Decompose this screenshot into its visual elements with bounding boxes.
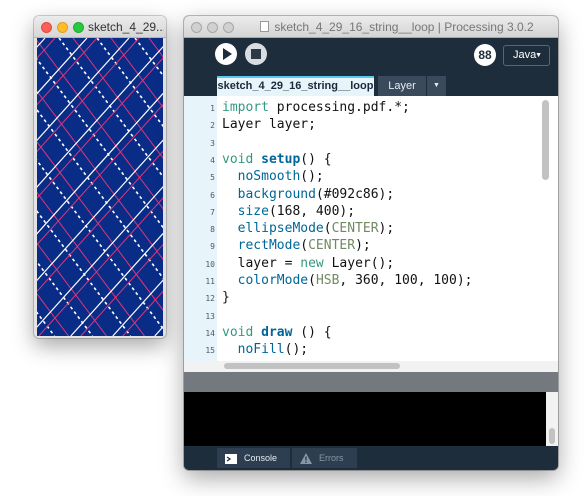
stop-button[interactable] bbox=[245, 43, 267, 65]
line-number: 12 bbox=[205, 294, 215, 304]
editor-console-divider[interactable] bbox=[184, 372, 558, 392]
code-line: import processing.pdf.*; bbox=[222, 100, 410, 115]
line-number: 1 bbox=[210, 104, 215, 113]
errors-tab[interactable]: Errors bbox=[292, 448, 357, 468]
line-number: 2 bbox=[210, 121, 215, 131]
pattern-dotted-line bbox=[37, 210, 132, 336]
pattern-pink-line bbox=[110, 38, 163, 109]
minimize-dot-icon[interactable] bbox=[207, 22, 218, 33]
code-line: void draw () { bbox=[222, 324, 332, 340]
tab-sketch[interactable]: sketch_4_29_16_string__loop bbox=[217, 76, 374, 96]
dropdown-arrow-icon: ▼ bbox=[535, 52, 542, 59]
console-icon bbox=[225, 453, 237, 464]
editor-horizontal-scrollbar[interactable] bbox=[224, 363, 400, 369]
zoom-dot-icon[interactable] bbox=[223, 22, 234, 33]
minimize-dot-icon[interactable] bbox=[57, 22, 68, 33]
line-number: 15 bbox=[205, 346, 215, 356]
mode-label: Java bbox=[513, 49, 537, 61]
code-line: rectMode(CENTER); bbox=[237, 238, 371, 254]
run-button[interactable] bbox=[215, 43, 237, 65]
code-line: noFill(); bbox=[237, 342, 309, 358]
tab-menu-arrow-icon[interactable]: ▼ bbox=[427, 76, 446, 96]
warning-icon bbox=[300, 453, 312, 465]
line-number: 5 bbox=[210, 173, 215, 183]
close-dot-icon[interactable] bbox=[191, 22, 202, 33]
pattern-pink-line bbox=[122, 290, 163, 336]
line-number: 9 bbox=[210, 242, 215, 252]
console-output[interactable] bbox=[184, 392, 558, 446]
stop-icon bbox=[251, 49, 261, 59]
code-line: ellipseMode(CENTER); bbox=[237, 221, 395, 237]
code-line: Layer layer; bbox=[222, 117, 316, 133]
pattern-white-line bbox=[37, 38, 130, 142]
code-line: noSmooth(); bbox=[237, 169, 324, 185]
line-number: 8 bbox=[210, 225, 215, 235]
sketch-canvas[interactable] bbox=[37, 38, 163, 336]
code-line: } bbox=[222, 290, 230, 306]
line-number: 14 bbox=[205, 328, 215, 338]
line-number: 6 bbox=[210, 190, 215, 200]
line-number: 10 bbox=[205, 259, 215, 269]
ide-window-title: sketch_4_29_16_string__loop | Processing… bbox=[242, 20, 552, 34]
mode-icon[interactable]: 88 bbox=[474, 44, 496, 66]
zoom-dot-icon[interactable] bbox=[73, 22, 84, 33]
processing-ide-window: sketch_4_29_16_string__loop | Processing… bbox=[184, 16, 558, 470]
mode-select[interactable]: Java ▼ bbox=[503, 45, 550, 66]
close-dot-icon[interactable] bbox=[41, 22, 52, 33]
sketch-window-title: sketch_4_29... bbox=[88, 20, 164, 34]
code-line: size(168, 400); bbox=[237, 203, 356, 219]
ide-title-text: sketch_4_29_16_string__loop | Processing… bbox=[274, 20, 534, 34]
code-line: background(#092c86); bbox=[237, 186, 395, 202]
pattern-dotted-line bbox=[37, 260, 94, 336]
pattern-white-line bbox=[154, 325, 163, 336]
line-number-gutter: 1 2 3 4 5 6 7 8 9 10 11 12 13 14 15 bbox=[184, 96, 217, 372]
run-icon bbox=[223, 48, 232, 60]
pattern-white-line bbox=[37, 38, 46, 48]
sketch-titlebar[interactable]: sketch_4_29... bbox=[34, 16, 166, 38]
pattern-dotted-line bbox=[37, 311, 56, 336]
code-line: layer = new Layer(); bbox=[222, 255, 395, 271]
code-editor[interactable]: 1 2 3 4 5 6 7 8 9 10 11 12 13 14 15 import processing.… bbox=[184, 96, 558, 372]
console-tab-label: Console bbox=[244, 453, 278, 463]
code-line: void setup() { bbox=[222, 151, 332, 167]
line-number: 7 bbox=[210, 207, 215, 217]
pattern-graphic bbox=[37, 38, 163, 336]
console-tab[interactable]: Console bbox=[217, 448, 290, 468]
line-number: 3 bbox=[210, 138, 215, 148]
line-number: 11 bbox=[205, 277, 215, 286]
pattern-pink-line bbox=[37, 191, 145, 336]
document-icon bbox=[260, 21, 270, 32]
tab-layer[interactable]: Layer bbox=[378, 76, 426, 96]
line-number: 13 bbox=[205, 311, 215, 321]
console-scrollbar[interactable] bbox=[549, 428, 555, 444]
editor-vertical-scrollbar[interactable] bbox=[542, 100, 549, 180]
sketch-window: sketch_4_29... bbox=[34, 16, 166, 338]
errors-tab-label: Errors bbox=[319, 453, 344, 463]
code-line: colorMode(HSB, 360, 100, 100); bbox=[237, 273, 473, 288]
pattern-pink-line bbox=[148, 38, 163, 58]
ide-titlebar[interactable]: sketch_4_29_16_string__loop | Processing… bbox=[184, 16, 558, 38]
pattern-pink-line bbox=[37, 293, 69, 336]
line-number: 4 bbox=[210, 155, 215, 165]
